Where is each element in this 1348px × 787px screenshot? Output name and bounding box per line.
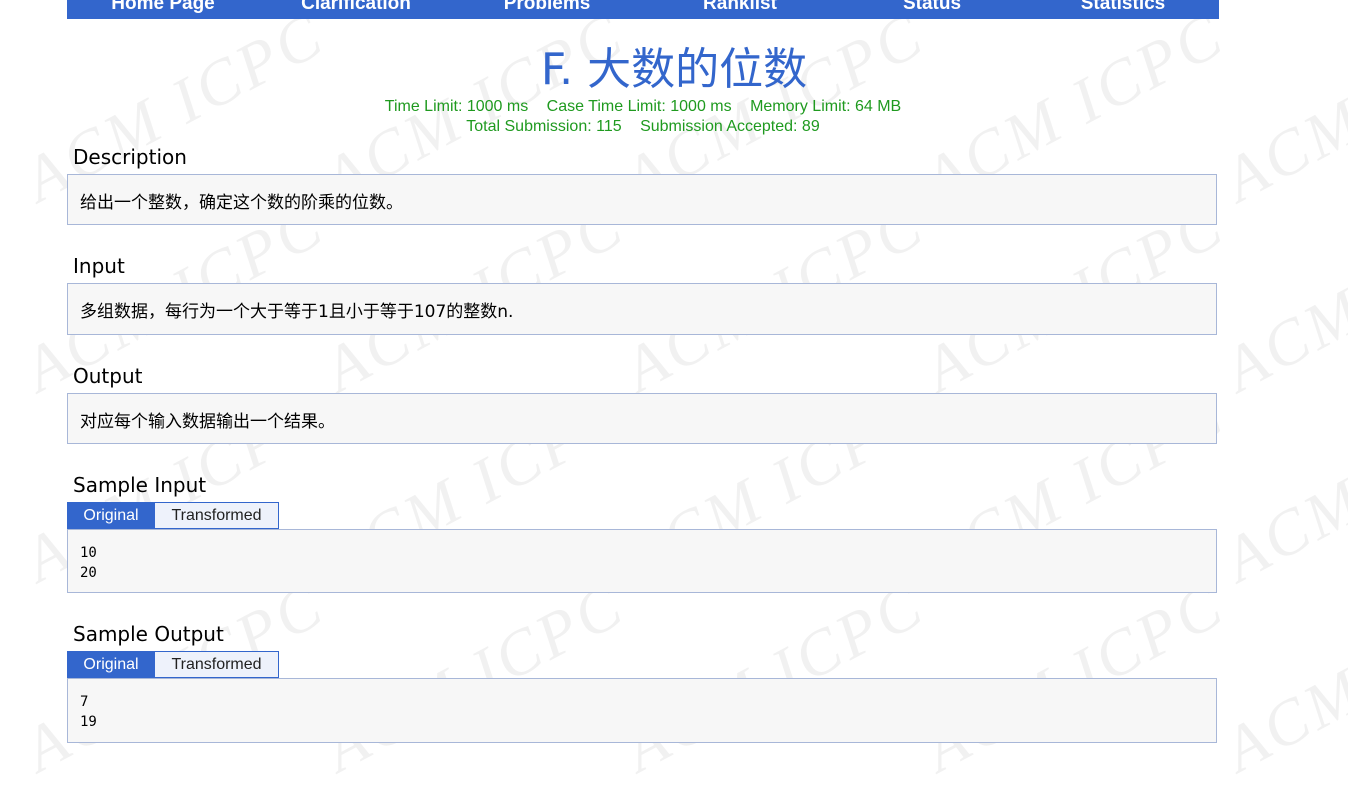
nav-status[interactable]: Status	[903, 0, 961, 15]
nav-home-page[interactable]: Home Page	[111, 0, 214, 15]
output-box: 对应每个输入数据输出一个结果。	[67, 393, 1217, 444]
sample-output-tab-transformed[interactable]: Transformed	[154, 651, 279, 678]
input-heading: Input	[73, 254, 125, 278]
submission-accepted: Submission Accepted: 89	[640, 118, 820, 135]
input-text: 多组数据，每行为一个大于等于1且小于等于107的整数n.	[80, 302, 514, 322]
total-submission: Total Submission: 115	[466, 118, 622, 135]
nav-problems[interactable]: Problems	[504, 0, 591, 15]
sample-input-line: 20	[80, 565, 97, 581]
watermark-text: ACM ICPC	[612, 568, 937, 786]
description-text: 给出一个整数，确定这个数的阶乘的位数。	[80, 193, 403, 213]
sample-output-content: 7 19	[80, 692, 97, 732]
description-heading: Description	[73, 145, 187, 169]
sample-input-line: 10	[80, 545, 97, 561]
output-heading: Output	[73, 364, 143, 388]
watermark-text: ACM ICPC	[912, 568, 1237, 786]
watermark-text: ACM ICPC	[1212, 188, 1348, 406]
sample-output-box: 7 19	[67, 678, 1217, 743]
nav-clarification[interactable]: Clarification	[301, 0, 411, 15]
sample-output-line: 19	[80, 714, 97, 730]
description-box: 给出一个整数，确定这个数的阶乘的位数。	[67, 174, 1217, 225]
watermark-text: ACM ICPC	[1212, 568, 1348, 786]
sample-input-content: 10 20	[80, 543, 97, 583]
sample-output-heading: Sample Output	[73, 622, 224, 646]
top-nav: Home Page Clarification Problems Ranklis…	[67, 0, 1219, 19]
watermark-text: ACM ICPC	[1212, 378, 1348, 596]
sample-input-heading: Sample Input	[73, 473, 207, 497]
output-text: 对应每个输入数据输出一个结果。	[80, 412, 335, 432]
sample-input-box: 10 20	[67, 529, 1217, 593]
sample-input-tab-transformed[interactable]: Transformed	[154, 502, 279, 529]
sample-output-tab-original[interactable]: Original	[67, 651, 155, 678]
problem-limits: Time Limit: 1000 ms Case Time Limit: 100…	[0, 97, 1286, 117]
time-limit: Time Limit: 1000 ms	[384, 98, 529, 115]
problem-title: F. 大数的位数	[540, 44, 808, 95]
sample-input-tab-original[interactable]: Original	[67, 502, 155, 529]
submission-stats: Total Submission: 115 Submission Accepte…	[0, 117, 1286, 137]
memory-limit: Memory Limit: 64 MB	[750, 98, 902, 115]
input-box: 多组数据，每行为一个大于等于1且小于等于107的整数n.	[67, 283, 1217, 335]
sample-output-line: 7	[80, 694, 89, 710]
watermark-text: ACM ICPC	[312, 568, 637, 786]
case-time-limit: Case Time Limit: 1000 ms	[546, 98, 732, 115]
nav-statistics[interactable]: Statistics	[1081, 0, 1165, 15]
nav-ranklist[interactable]: Ranklist	[703, 0, 777, 15]
